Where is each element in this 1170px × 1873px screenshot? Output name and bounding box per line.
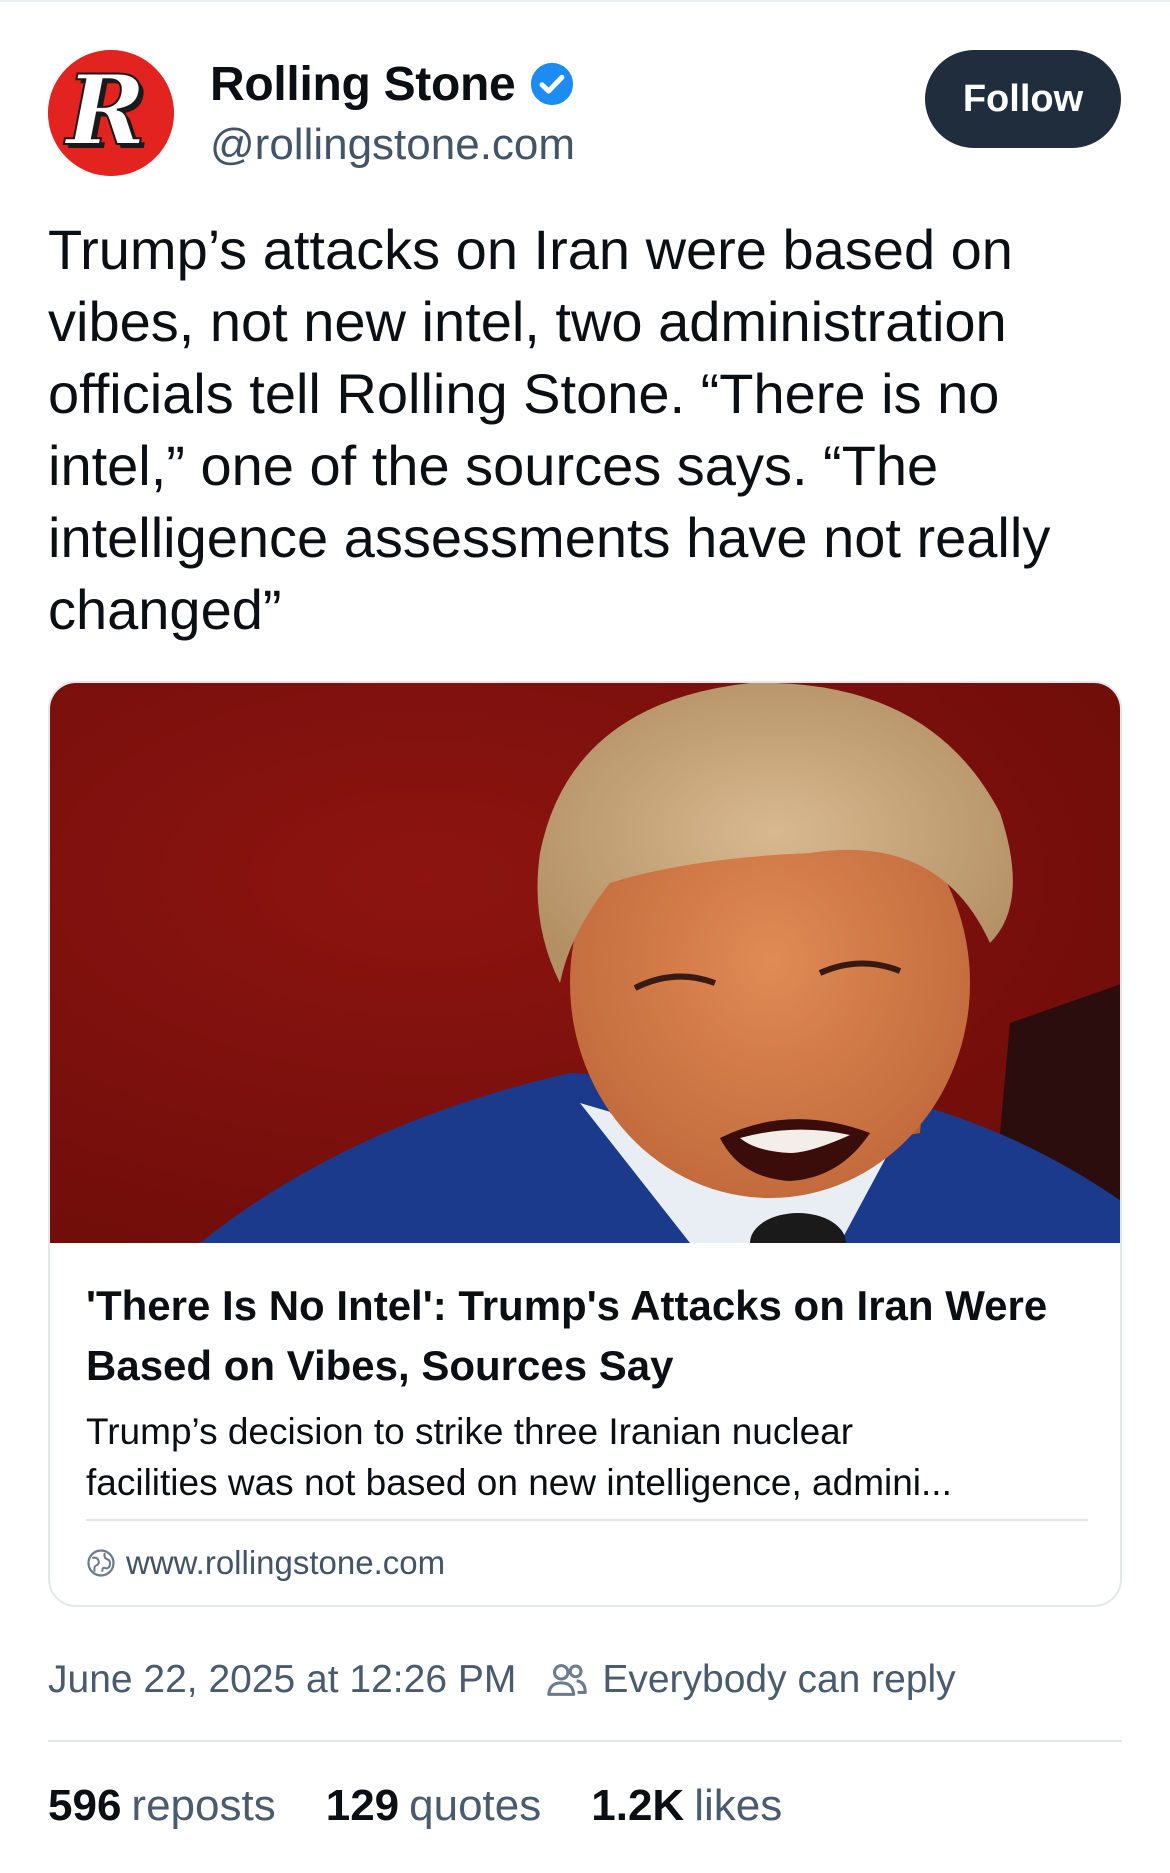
link-card-description-line: Trump’s decision to strike three Iranian… <box>86 1411 854 1452</box>
reposts-count: 596 <box>48 1781 122 1830</box>
post-timestamp[interactable]: June 22, 2025 at 12:26 PM <box>48 1658 516 1702</box>
avatar[interactable]: R R <box>48 50 174 176</box>
author-display-name[interactable]: Rolling Stone <box>210 57 516 112</box>
link-card-description: Trump’s decision to strike three Iranian… <box>86 1406 1096 1508</box>
post-text: Trump’s attacks on Iran were based on vi… <box>48 218 1051 641</box>
link-card-title[interactable]: 'There Is No Intel': Trump's Attacks on … <box>86 1276 1096 1396</box>
author-name-row: Rolling Stone <box>210 54 575 114</box>
link-preview-card[interactable]: 'There Is No Intel': Trump's Attacks on … <box>48 681 1122 1607</box>
rolling-stone-logo-icon: R R <box>48 50 174 176</box>
link-card-domain-text: www.rollingstone.com <box>126 1544 446 1581</box>
likes-count: 1.2K <box>591 1781 685 1830</box>
quotes-count: 129 <box>325 1781 400 1830</box>
top-divider <box>0 0 1170 2</box>
photo-of-man-speaking-at-microphone-icon <box>50 683 1120 1243</box>
likes-label: likes <box>694 1781 783 1830</box>
stats-divider <box>48 1740 1122 1742</box>
globe-icon <box>87 1549 115 1577</box>
people-icon <box>547 1664 588 1696</box>
quotes-label: quotes <box>409 1781 542 1830</box>
post-meta-row: June 22, 2025 at 12:26 PM Everybody can … <box>48 1655 956 1705</box>
reposts-stat[interactable]: 596 reposts <box>48 1781 276 1831</box>
svg-text:R: R <box>63 54 146 167</box>
author-handle[interactable]: @rollingstone.com <box>210 120 575 170</box>
verified-badge-icon <box>531 62 574 106</box>
follow-button[interactable]: Follow <box>925 50 1121 148</box>
reply-setting[interactable]: Everybody can reply <box>602 1658 955 1702</box>
reposts-label: reposts <box>131 1781 276 1830</box>
link-card-description-line: facilities was not based on new intellig… <box>86 1462 952 1503</box>
quotes-stat[interactable]: 129 quotes <box>326 1781 542 1831</box>
card-divider <box>86 1519 1088 1521</box>
engagement-stats: 596 reposts 129 quotes 1.2K likes <box>48 1778 832 1834</box>
link-card-domain[interactable]: www.rollingstone.com <box>86 1543 445 1583</box>
likes-stat[interactable]: 1.2K likes <box>591 1781 782 1831</box>
